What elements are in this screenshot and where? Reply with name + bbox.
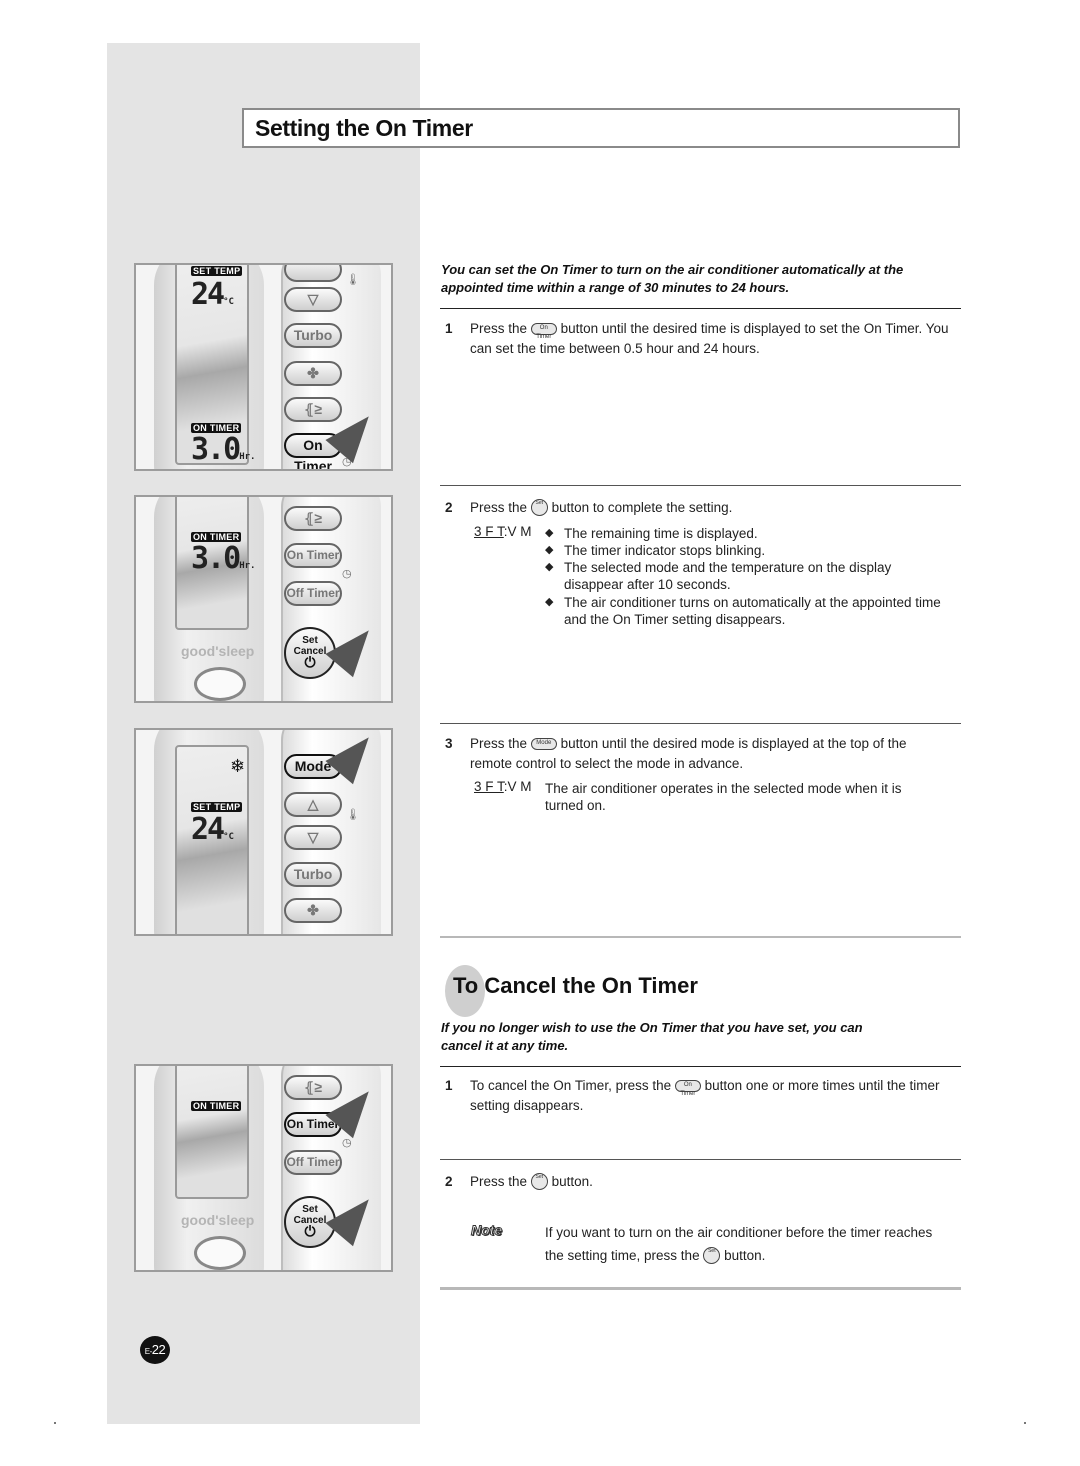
- turbo-button[interactable]: Turbo: [284, 323, 342, 348]
- temp-up-button[interactable]: [284, 265, 342, 282]
- lcd-tag-set-temp: SET TEMP: [191, 266, 243, 276]
- thermometer-icon: 🌡: [346, 274, 360, 286]
- step-number: 1: [445, 1078, 453, 1093]
- power-icon: ⏻: [304, 654, 316, 670]
- on-timer-button-icon: On Timer: [674, 1080, 701, 1097]
- lcd-display: [175, 1066, 249, 1199]
- lcd-tag-set-temp: SET TEMP: [191, 802, 243, 812]
- on-timer-button-icon: On Timer: [530, 323, 557, 340]
- good-sleep-button[interactable]: [194, 667, 246, 701]
- divider: [440, 1066, 961, 1067]
- subsection-title: To Cancel the On Timer: [453, 973, 698, 998]
- swing-icon: ⦃≥: [304, 401, 322, 417]
- page-number-badge: E-22: [140, 1336, 170, 1364]
- page-title: Setting the On Timer: [255, 115, 473, 141]
- lcd-tag-on-timer: ON TIMER: [191, 1101, 242, 1111]
- set-cancel-button-icon: Set: [530, 1172, 548, 1190]
- note-label: Note: [470, 1222, 503, 1239]
- swing-icon: ⦃≥: [304, 1079, 322, 1095]
- divider: [440, 485, 961, 486]
- crop-mark: [54, 1422, 56, 1424]
- power-icon: ⏻: [304, 1223, 316, 1239]
- diamond-bullet-icon: ◆: [545, 561, 554, 573]
- fan-speed-button[interactable]: ✤: [284, 361, 342, 386]
- section-intro: You can set the On Timer to turn on the …: [441, 262, 904, 295]
- set-cancel-button-icon: Set: [530, 498, 548, 516]
- diamond-bullet-icon: ◆: [545, 596, 554, 608]
- temp-down-button[interactable]: ▽: [284, 825, 342, 850]
- swing-button[interactable]: ⦃≥: [284, 1075, 342, 1100]
- result-label: 3 F T:V M: [474, 779, 532, 794]
- fan-speed-button[interactable]: ✤: [284, 898, 342, 923]
- diamond-bullet-icon: ◆: [545, 527, 554, 539]
- step-number: 2: [445, 500, 453, 515]
- turbo-button[interactable]: Turbo: [284, 862, 342, 887]
- swing-button[interactable]: ⦃≥: [284, 506, 342, 531]
- divider: [440, 723, 961, 724]
- good-sleep-button[interactable]: [194, 1236, 246, 1270]
- remote-illustration-cancel: ON TIMER good'sleep ⦃≥ On Timer ◷ Off Ti…: [134, 1064, 393, 1272]
- temp-up-button[interactable]: △: [284, 792, 342, 817]
- divider: [440, 1159, 961, 1160]
- off-timer-button[interactable]: Off Timer: [284, 1150, 342, 1175]
- result-label: 3 F T:V M: [474, 524, 532, 539]
- fan-icon: ✤: [307, 902, 319, 918]
- step-number: 2: [445, 1174, 453, 1189]
- section-divider: [440, 1287, 961, 1290]
- note-text: If you want to turn on the air condition…: [545, 1225, 933, 1264]
- section-intro: If you no longer wish to use the On Time…: [441, 1020, 863, 1053]
- crop-mark: [1024, 1422, 1026, 1424]
- fan-icon: ✤: [307, 365, 319, 381]
- clock-icon: ◷: [342, 1137, 352, 1149]
- set-cancel-button-icon: Set: [703, 1246, 721, 1264]
- brand-logo: good'sleep: [181, 643, 255, 659]
- lcd-timer-value: 3.0Hr.: [191, 432, 256, 467]
- temp-down-button[interactable]: ▽: [284, 287, 342, 312]
- remote-illustration-set-on-timer: SET TEMP 24°C ON TIMER 3.0Hr. ▽ 🌡 Turbo …: [134, 263, 393, 471]
- swing-icon: ⦃≥: [304, 510, 322, 526]
- swing-button[interactable]: ⦃≥: [284, 397, 342, 422]
- cool-mode-icon: ❄: [230, 756, 246, 776]
- clock-icon: ◷: [342, 568, 352, 580]
- on-timer-button[interactable]: On Timer: [284, 543, 342, 568]
- off-timer-button[interactable]: Off Timer: [284, 581, 342, 606]
- brand-logo: good'sleep: [181, 1212, 255, 1228]
- lcd-timer-value: 3.0Hr.: [191, 541, 256, 576]
- section-divider: [440, 936, 961, 938]
- remote-illustration-set-cancel: ON TIMER 3.0Hr. good'sleep ⦃≥ On Timer ◷…: [134, 495, 393, 703]
- page-title-box: Setting the On Timer: [242, 108, 960, 148]
- mode-button-icon: Mode: [530, 738, 557, 751]
- step-number: 1: [445, 321, 453, 336]
- step-number: 3: [445, 736, 453, 751]
- lcd-temperature: 24°C: [191, 812, 234, 847]
- divider: [440, 308, 961, 309]
- thermometer-icon: 🌡: [346, 809, 360, 821]
- diamond-bullet-icon: ◆: [545, 544, 554, 556]
- lcd-temperature: 24°C: [191, 277, 234, 312]
- remote-illustration-mode: ❄ SET TEMP 24°C Mode △ ▽ 🌡 Turbo ✤: [134, 728, 393, 936]
